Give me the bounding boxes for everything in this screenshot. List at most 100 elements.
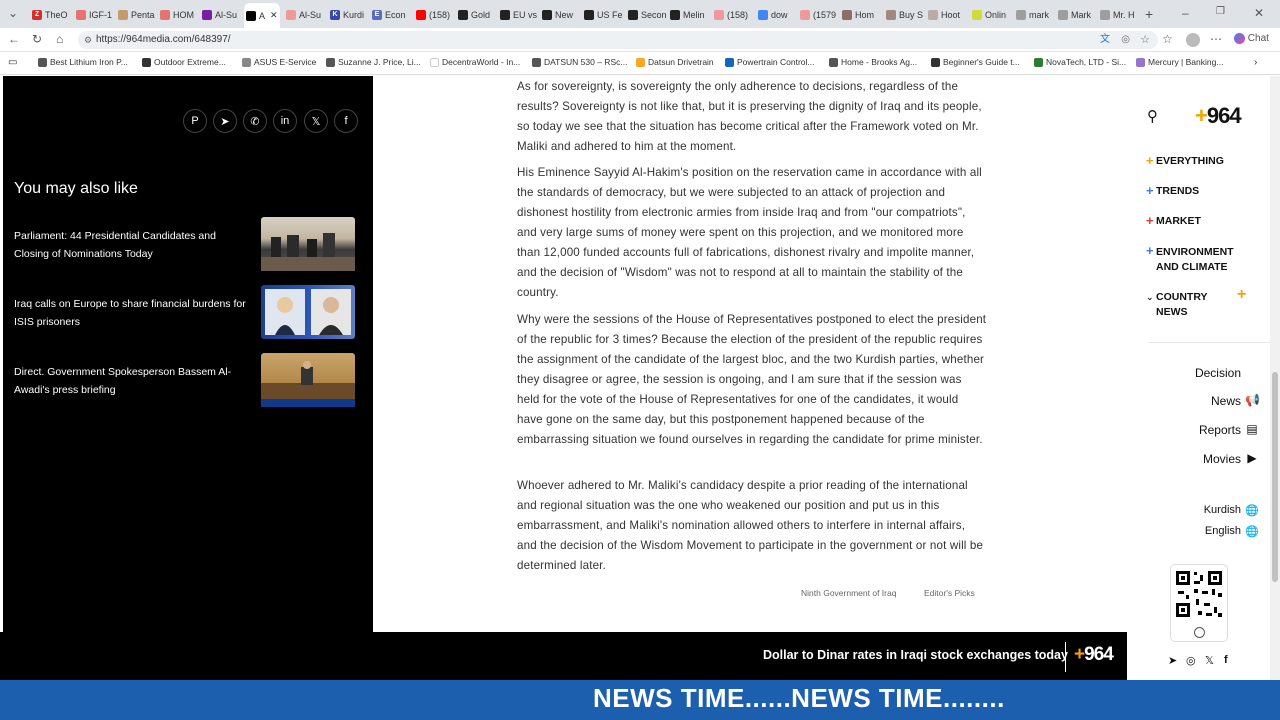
tab-list-chevron-icon[interactable]: ⌄ [8, 6, 18, 20]
search-icon[interactable]: ⚲ [1147, 107, 1158, 125]
facebook-icon[interactable]: f [1224, 654, 1228, 666]
chevron-down-icon[interactable]: ⌄ [1146, 290, 1154, 305]
browser-tab[interactable]: E Econ [370, 5, 410, 24]
bookmark-item[interactable]: DATSUN 530 – RSc... [532, 57, 627, 67]
qr-code-card[interactable] [1170, 564, 1228, 642]
browser-tab[interactable]: Hom [840, 5, 880, 24]
browser-tab[interactable]: dow [756, 5, 796, 24]
related-title[interactable]: Iraq calls on Europe to share financial … [14, 295, 250, 331]
bookmark-item[interactable]: Datsun Drivetrain [636, 57, 714, 67]
related-title[interactable]: Direct. Government Spokesperson Bassem A… [14, 363, 250, 399]
instagram-icon[interactable]: ◎ [1186, 654, 1196, 667]
url-field[interactable]: ⚙ https://964media.com/648397/ 文 ◎ ☆ [78, 31, 1158, 49]
linkedin-icon[interactable]: in [273, 109, 297, 133]
language-english[interactable]: English 🌐 [1205, 525, 1259, 538]
bookmark-item[interactable]: Home - Brooks Ag... [829, 57, 917, 67]
browser-tab[interactable]: (158) [712, 5, 752, 24]
related-item[interactable]: Parliament: 44 Presidential Candidates a… [14, 217, 355, 271]
bookmark-item[interactable]: Best Lithium Iron P... [38, 57, 128, 67]
new-tab-plus-icon[interactable]: + [1145, 6, 1153, 22]
translate-icon[interactable]: 文 [1100, 31, 1110, 49]
related-thumbnail[interactable] [261, 285, 355, 339]
minimize-icon[interactable]: – [1182, 6, 1189, 20]
browser-tab[interactable]: Hoot [926, 5, 966, 24]
bookmark-item[interactable]: Outdoor Extreme... [142, 57, 226, 67]
site-logo[interactable]: +964 [1195, 103, 1242, 129]
article-paragraph: As for sovereignty, is sovereignty the o… [517, 80, 982, 153]
browser-tab[interactable]: Mark [1056, 5, 1096, 24]
browser-tab[interactable]: Al-Su [200, 5, 240, 24]
menu-item-trends[interactable]: + TRENDS [1146, 183, 1199, 198]
telegram-icon[interactable]: ➤ [1168, 654, 1177, 667]
browser-tab[interactable]: Melin [668, 5, 708, 24]
browser-tab[interactable]: (158) [414, 5, 454, 24]
language-kurdish[interactable]: Kurdish 🌐 [1204, 504, 1259, 517]
browser-tab[interactable]: New [540, 5, 580, 24]
whatsapp-icon[interactable]: ✆ [243, 109, 267, 133]
favorites-icon[interactable]: ☆ [1162, 32, 1173, 46]
bottom-logo[interactable]: +964 [1074, 644, 1114, 666]
close-tab-icon[interactable]: ✕ [270, 10, 278, 21]
browser-tab[interactable]: HOM [158, 5, 198, 24]
bookmark-star-icon[interactable]: ☆ [1140, 31, 1150, 49]
browser-tab[interactable]: Onlin [970, 5, 1010, 24]
section-news[interactable]: News 📢 [1211, 393, 1260, 408]
article-tag[interactable]: Editor's Picks [924, 588, 975, 598]
back-arrow-icon[interactable]: ← [8, 32, 20, 46]
related-thumbnail[interactable] [261, 353, 355, 407]
bookmark-item[interactable]: Beginner's Guide t... [931, 57, 1020, 67]
menu-item-environment[interactable]: + ENVIRONMENT AND CLIMATE [1146, 243, 1240, 275]
bookmark-item[interactable]: NovaTech, LTD - Si... [1034, 57, 1126, 67]
reload-icon[interactable]: ↻ [32, 32, 42, 46]
bookmarks-overflow-icon[interactable]: › [1254, 57, 1257, 68]
x-icon[interactable]: 𝕏 [304, 109, 328, 133]
page-scrollbar[interactable] [1270, 76, 1280, 680]
section-decision[interactable]: Decision [1195, 366, 1241, 380]
expand-plus-icon[interactable]: + [1237, 286, 1246, 304]
section-movies[interactable]: Movies ▶ [1203, 451, 1257, 466]
related-item[interactable]: Direct. Government Spokesperson Bassem A… [14, 353, 355, 407]
browser-tab[interactable]: (1579 [798, 5, 838, 24]
copilot-chat-button[interactable]: Chat [1234, 33, 1269, 44]
section-reports[interactable]: Reports ▤ [1199, 422, 1258, 437]
browser-tab[interactable]: Mr. H [1098, 5, 1138, 24]
telegram-icon[interactable]: ➤ [213, 109, 237, 133]
browser-tab[interactable]: Gold [456, 5, 496, 24]
browser-tab[interactable]: Z TheO [30, 5, 70, 24]
close-window-icon[interactable]: ✕ [1254, 6, 1264, 20]
browser-tab[interactable]: Al-Su [284, 5, 324, 24]
article-tag[interactable]: Ninth Government of Iraq [801, 588, 896, 598]
profile-avatar-icon[interactable] [1186, 33, 1200, 47]
related-title[interactable]: Parliament: 44 Presidential Candidates a… [14, 227, 250, 263]
maximize-icon[interactable]: ❐ [1216, 6, 1225, 17]
related-thumbnail[interactable] [261, 217, 355, 271]
breaking-headline[interactable]: Dollar to Dinar rates in Iraqi stock exc… [763, 648, 1068, 662]
browser-tab[interactable]: Secon [626, 5, 666, 24]
x-icon[interactable]: 𝕏 [1205, 654, 1214, 667]
related-item[interactable]: Iraq calls on Europe to share financial … [14, 285, 355, 339]
menu-item-everything[interactable]: + EVERYTHING [1146, 153, 1224, 168]
browser-tab[interactable]: EU vs [498, 5, 538, 24]
browser-tab[interactable]: Buy S [884, 5, 924, 24]
browser-tab[interactable]: Penta [116, 5, 156, 24]
scrollbar-thumb[interactable] [1272, 372, 1278, 582]
browser-tab[interactable]: US Fe [582, 5, 622, 24]
browser-tab[interactable]: IGF-1 [74, 5, 114, 24]
browser-tab[interactable]: mark [1014, 5, 1054, 24]
home-icon[interactable]: ⌂ [56, 32, 63, 46]
site-info-icon[interactable]: ⚙ [84, 31, 92, 49]
menu-item-country-news[interactable]: ⌄ COUNTRY NEWS [1146, 290, 1216, 320]
browser-tab[interactable]: A ✕ [244, 3, 280, 28]
facebook-icon[interactable]: f [334, 109, 358, 133]
sidebar-toggle-icon[interactable]: ▭ [8, 57, 17, 68]
more-menu-icon[interactable]: ⋯ [1210, 32, 1222, 46]
pinterest-icon[interactable]: P [183, 109, 207, 133]
browser-tab[interactable]: K Kurdi [328, 5, 368, 24]
reader-icon[interactable]: ◎ [1121, 31, 1130, 49]
bookmark-item[interactable]: Suzanne J. Price, Li... [326, 57, 421, 67]
bookmark-item[interactable]: Powertrain Control... [725, 57, 814, 67]
menu-item-market[interactable]: + MARKET [1146, 213, 1201, 228]
bookmark-item[interactable]: DecentraWorld - In... [430, 57, 520, 67]
bookmark-item[interactable]: Mercury | Banking... [1136, 57, 1223, 67]
bookmark-item[interactable]: ASUS E-Service [242, 57, 316, 67]
